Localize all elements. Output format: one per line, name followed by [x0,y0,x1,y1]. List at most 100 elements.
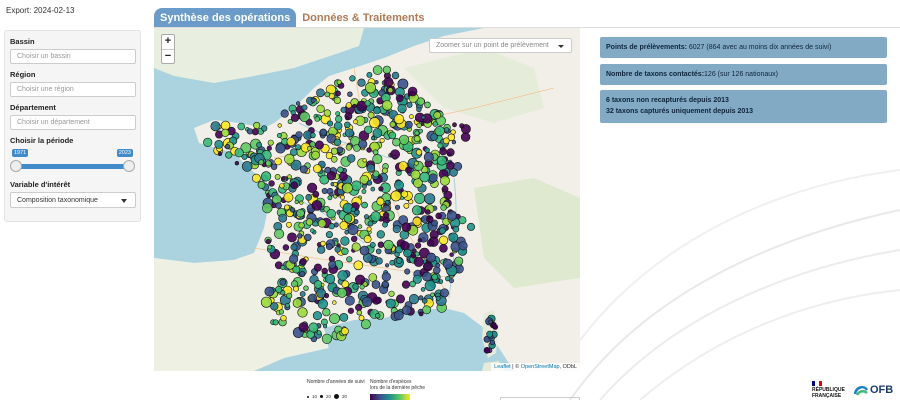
station-marker[interactable] [251,128,259,136]
station-marker[interactable] [402,305,412,315]
station-marker[interactable] [483,346,491,354]
station-marker[interactable] [417,238,422,243]
station-marker[interactable] [486,330,494,338]
station-marker[interactable] [414,192,426,204]
station-marker[interactable] [403,202,410,209]
station-marker[interactable] [421,115,426,120]
station-marker[interactable] [448,232,459,243]
station-marker[interactable] [395,257,403,264]
station-marker[interactable] [283,204,290,211]
station-marker[interactable] [329,313,340,324]
station-marker[interactable] [346,256,353,263]
station-marker[interactable] [393,113,405,125]
station-marker[interactable] [439,244,448,253]
station-marker[interactable] [430,292,435,298]
station-marker[interactable] [351,242,361,252]
station-marker[interactable] [424,193,436,205]
station-marker[interactable] [295,101,301,106]
station-marker[interactable] [333,138,342,147]
station-marker[interactable] [280,109,289,118]
station-marker[interactable] [412,216,422,226]
station-marker[interactable] [326,243,333,250]
region-input[interactable]: Choisir une région [10,82,136,97]
station-marker[interactable] [370,211,381,222]
station-marker[interactable] [332,300,337,305]
station-marker[interactable] [290,243,298,251]
station-marker[interactable] [405,166,412,174]
station-marker[interactable] [295,131,303,139]
station-marker[interactable] [382,221,388,228]
station-marker[interactable] [340,195,345,200]
station-marker[interactable] [367,111,375,119]
station-marker[interactable] [357,224,363,229]
station-marker[interactable] [366,163,376,173]
station-marker[interactable] [371,280,381,289]
station-marker[interactable] [290,113,300,122]
station-marker[interactable] [283,192,294,203]
station-marker[interactable] [241,153,248,160]
station-marker[interactable] [299,111,310,123]
variable-select[interactable]: Composition taxonomique [10,192,136,208]
station-marker[interactable] [337,287,348,298]
station-marker[interactable] [442,137,450,145]
station-marker[interactable] [423,152,434,163]
station-marker[interactable] [336,146,344,154]
station-marker[interactable] [426,239,435,247]
station-marker[interactable] [361,296,373,307]
station-marker[interactable] [246,128,253,135]
station-marker[interactable] [272,319,279,326]
station-marker[interactable] [401,280,411,289]
station-marker[interactable] [286,137,296,147]
station-marker[interactable] [452,225,460,233]
station-marker[interactable] [379,138,385,144]
station-marker[interactable] [311,200,323,211]
station-marker[interactable] [449,252,454,257]
station-marker[interactable] [265,160,272,167]
station-marker[interactable] [299,291,306,297]
period-max-handle[interactable] [123,160,135,172]
station-marker[interactable] [277,123,282,128]
station-marker[interactable] [217,151,223,157]
station-marker[interactable] [489,339,496,346]
station-marker[interactable] [321,333,332,344]
tab-synthese[interactable]: Synthèse des opérations [154,8,297,28]
station-marker[interactable] [357,78,366,87]
station-marker[interactable] [287,174,292,180]
station-marker[interactable] [400,241,410,251]
station-marker[interactable] [339,312,349,322]
station-marker[interactable] [347,154,356,163]
station-marker[interactable] [383,77,394,88]
station-marker[interactable] [409,280,416,288]
station-marker[interactable] [299,200,304,205]
station-marker[interactable] [446,148,455,157]
station-marker[interactable] [360,319,371,330]
station-marker[interactable] [338,172,348,182]
station-marker[interactable] [375,257,383,265]
station-marker[interactable] [320,240,326,247]
station-marker[interactable] [393,310,404,321]
station-marker[interactable] [388,131,397,140]
station-marker[interactable] [336,79,342,85]
zoom-out-button[interactable]: − [162,49,174,63]
point-select[interactable]: Zoomer sur un point de prélèvement [429,38,572,53]
station-marker[interactable] [373,106,381,115]
station-marker[interactable] [319,128,327,136]
station-marker[interactable] [262,202,273,214]
station-marker[interactable] [274,157,282,166]
station-marker[interactable] [394,180,404,191]
station-marker[interactable] [458,241,468,251]
station-marker[interactable] [335,90,341,97]
station-marker[interactable] [367,220,374,227]
station-marker[interactable] [316,330,322,336]
station-marker[interactable] [389,121,396,128]
station-marker[interactable] [378,186,384,192]
station-marker[interactable] [416,122,422,128]
station-marker[interactable] [436,155,447,166]
station-marker[interactable] [352,103,357,109]
leaflet-link[interactable]: Leaflet [494,364,511,370]
station-marker[interactable] [313,280,323,289]
station-marker[interactable] [335,115,343,123]
station-marker[interactable] [439,288,449,298]
station-marker[interactable] [325,231,333,239]
station-marker[interactable] [377,241,385,248]
